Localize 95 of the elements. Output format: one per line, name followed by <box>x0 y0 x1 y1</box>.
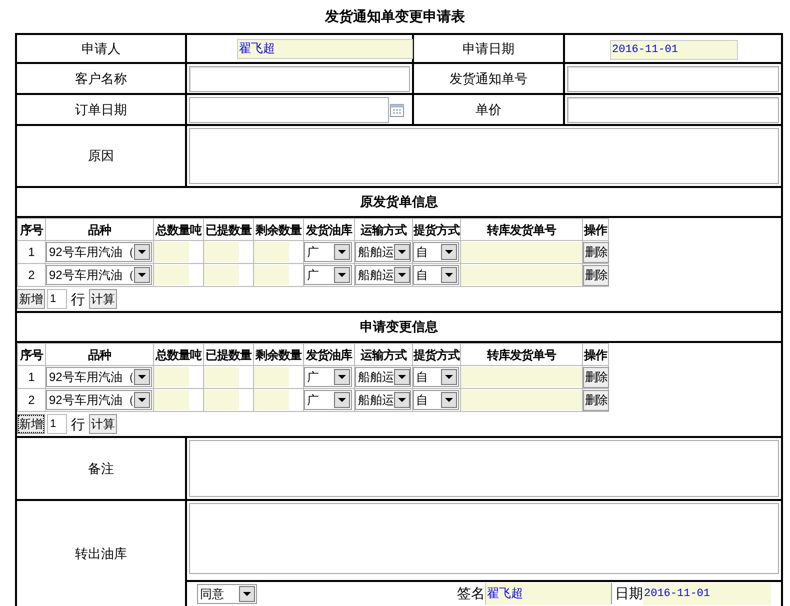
row-unit-label: 行 <box>70 414 86 434</box>
dropdown[interactable]: 自 <box>413 242 459 262</box>
delete-button[interactable]: 删除 <box>583 242 609 262</box>
column-header: 剩余数量 <box>254 344 304 366</box>
column-header: 转库发货单号 <box>460 218 582 240</box>
field-label: 备注 <box>16 437 186 500</box>
field-label: 转出油库 <box>16 500 186 606</box>
caret-icon <box>394 369 410 385</box>
field-label: 申请日期 <box>413 34 564 63</box>
calendar-icon[interactable] <box>389 102 405 118</box>
caret-icon <box>394 392 410 408</box>
caret-icon <box>239 586 255 602</box>
field-label: 原因 <box>16 125 186 187</box>
dropdown[interactable]: 92号车用汽油（ <box>46 390 152 410</box>
add-button[interactable]: 新增 <box>17 289 45 309</box>
input-field[interactable]: 2016-11-01 <box>610 40 738 60</box>
dropdown[interactable]: 船舶运 <box>355 242 411 262</box>
caret-icon <box>441 392 457 408</box>
column-header: 总数量吨 <box>154 344 204 366</box>
form-title: 发货通知单变更申请表 <box>324 7 466 26</box>
dropdown[interactable]: 自 <box>413 390 459 410</box>
column-header: 已提数量 <box>204 218 254 240</box>
column-header: 操作 <box>582 218 608 240</box>
column-header: 序号 <box>18 344 46 366</box>
caret-icon <box>394 267 410 283</box>
signature-label: 签名 <box>457 584 485 603</box>
input-field[interactable]: 2016-11-01 <box>643 582 771 604</box>
caret-icon <box>134 369 150 385</box>
dropdown[interactable]: 船舶运 <box>355 265 411 285</box>
dropdown[interactable]: 自 <box>413 265 459 285</box>
column-header: 提货方式 <box>412 344 460 366</box>
dropdown[interactable]: 92号车用汽油（ <box>46 242 152 262</box>
dropdown[interactable]: 自 <box>413 367 459 387</box>
field-label: 发货通知单号 <box>413 63 564 94</box>
column-header: 操作 <box>582 344 608 366</box>
caret-icon <box>334 392 350 408</box>
dropdown[interactable]: 广 <box>304 265 352 285</box>
field-label: 申请人 <box>16 34 186 63</box>
column-header: 转库发货单号 <box>460 344 582 366</box>
input-field[interactable]: 1 <box>47 289 67 309</box>
dropdown[interactable]: 船舶运 <box>355 367 411 387</box>
column-header: 品种 <box>46 218 154 240</box>
dropdown[interactable]: 广 <box>304 367 352 387</box>
dropdown[interactable]: 广 <box>304 390 352 410</box>
dropdown[interactable]: 92号车用汽油（ <box>46 265 152 285</box>
column-header: 序号 <box>18 218 46 240</box>
caret-icon <box>334 369 350 385</box>
caret-icon <box>334 267 350 283</box>
dropdown[interactable]: 同意 <box>197 584 257 604</box>
section-title: 申请变更信息 <box>16 312 782 342</box>
caret-icon <box>134 267 150 283</box>
caret-icon <box>441 267 457 283</box>
column-header: 提货方式 <box>412 218 460 240</box>
input-field[interactable] <box>189 66 410 92</box>
text-area[interactable] <box>189 440 779 497</box>
input-field[interactable] <box>567 66 779 92</box>
column-header: 运输方式 <box>354 344 412 366</box>
column-header: 发货油库 <box>304 218 354 240</box>
input-field[interactable] <box>461 265 582 285</box>
column-header: 已提数量 <box>204 344 254 366</box>
calculate-button[interactable]: 计算 <box>89 289 117 309</box>
input-field[interactable] <box>461 242 582 262</box>
section-title: 原发货单信息 <box>16 187 782 217</box>
input-field[interactable]: 翟飞超 <box>485 582 611 604</box>
caret-icon <box>441 244 457 260</box>
calculate-button[interactable]: 计算 <box>89 414 117 434</box>
delete-button[interactable]: 删除 <box>583 390 609 410</box>
input-field[interactable] <box>461 390 582 410</box>
caret-icon <box>441 369 457 385</box>
caret-icon <box>334 244 350 260</box>
field-label: 单价 <box>413 94 564 125</box>
column-header: 总数量吨 <box>154 218 204 240</box>
dropdown[interactable]: 船舶运 <box>355 390 411 410</box>
delete-button[interactable]: 删除 <box>583 264 609 286</box>
text-area[interactable] <box>189 503 779 574</box>
add-button[interactable]: 新增 <box>17 414 45 434</box>
delete-button[interactable]: 删除 <box>583 366 609 388</box>
column-header: 剩余数量 <box>254 218 304 240</box>
field-label: 订单日期 <box>16 94 186 125</box>
caret-icon <box>134 392 150 408</box>
input-field[interactable]: 翟飞超 <box>237 38 413 59</box>
caret-icon <box>394 244 410 260</box>
input-field[interactable] <box>461 367 582 387</box>
dropdown[interactable]: 广 <box>304 242 352 262</box>
dropdown[interactable]: 92号车用汽油（ <box>46 367 152 387</box>
input-field[interactable] <box>189 96 389 122</box>
row-unit-label: 行 <box>70 290 86 308</box>
column-header: 发货油库 <box>304 344 354 366</box>
column-header: 品种 <box>46 344 154 366</box>
input-field[interactable] <box>567 96 779 122</box>
input-field[interactable]: 1 <box>47 414 67 434</box>
column-header: 运输方式 <box>354 218 412 240</box>
field-label: 客户名称 <box>16 63 186 94</box>
text-area[interactable] <box>189 128 779 184</box>
caret-icon <box>134 244 150 260</box>
